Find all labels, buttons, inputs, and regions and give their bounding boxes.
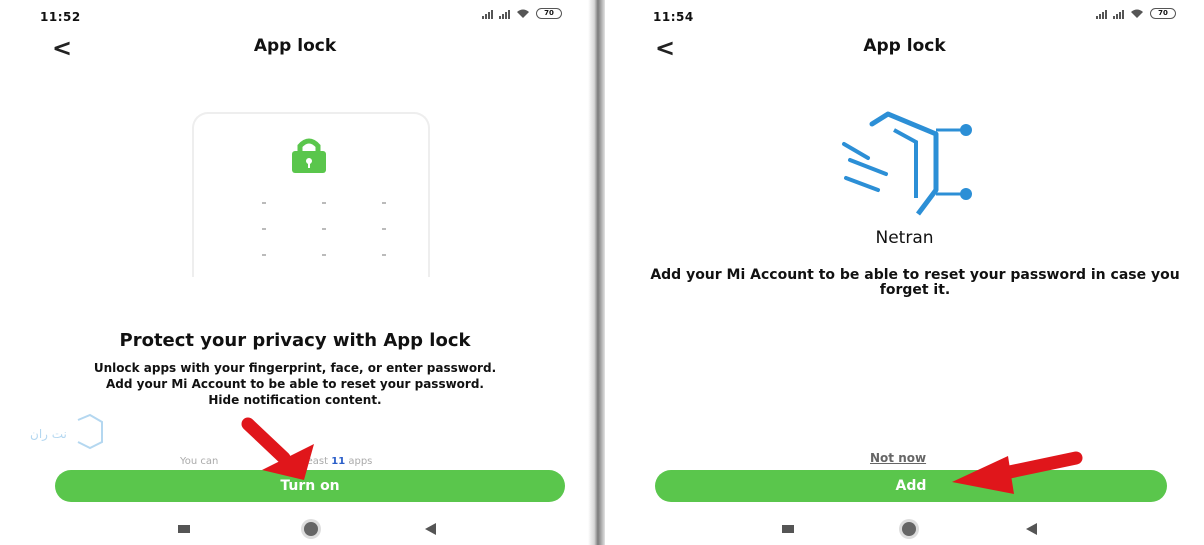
privacy-heading: Protect your privacy with App lock	[119, 330, 471, 351]
signal-icon	[482, 9, 493, 19]
back-nav-icon[interactable]	[1026, 523, 1037, 535]
add-account-text: Add your Mi Account to be able to reset …	[650, 267, 1180, 298]
turn-on-button[interactable]: Turn on	[55, 470, 565, 502]
battery-icon: 70	[536, 8, 562, 19]
description-line: Add your Mi Account to be able to reset …	[105, 377, 484, 391]
recents-icon[interactable]	[178, 525, 190, 533]
app-count-note: You can t least 11 apps	[180, 456, 372, 467]
status-time: 11:54	[653, 10, 694, 24]
status-icons: 70	[1096, 8, 1176, 19]
signal-icon	[1096, 9, 1107, 19]
page-title: App lock	[253, 36, 337, 56]
pin-dots	[234, 202, 414, 256]
count-middle: t least	[296, 456, 329, 467]
wifi-icon	[517, 9, 529, 18]
screens-divider	[588, 0, 606, 545]
home-icon[interactable]	[304, 522, 318, 536]
lock-icon	[292, 138, 326, 173]
system-nav-bar	[0, 519, 590, 539]
netran-logo-icon	[842, 111, 972, 216]
recents-icon[interactable]	[782, 525, 794, 533]
description-line: Hide notification content.	[208, 393, 382, 407]
phone-illustration	[192, 112, 430, 277]
count-prefix: You can	[180, 456, 219, 467]
brand-name: Netran	[875, 228, 934, 248]
wifi-icon	[1131, 9, 1143, 18]
system-nav-bar	[605, 519, 1204, 539]
watermark-logo-icon: نت ران	[30, 413, 103, 450]
count-suffix: apps	[348, 456, 373, 467]
back-nav-icon[interactable]	[425, 523, 436, 535]
page-title: App lock	[863, 36, 946, 56]
battery-icon: 70	[1150, 8, 1176, 19]
status-icons: 70	[482, 8, 562, 19]
status-time: 11:52	[40, 10, 81, 24]
privacy-description: Unlock apps with your fingerprint, face,…	[20, 360, 570, 408]
app-count: 11	[331, 456, 346, 467]
not-now-link[interactable]: Not now	[870, 451, 926, 465]
signal-icon	[1113, 9, 1124, 19]
watermark-text: نت ران	[30, 427, 67, 442]
home-icon[interactable]	[902, 522, 916, 536]
left-phone-screen: 11:52 70 < App lock Protect your privacy…	[0, 0, 590, 545]
add-button[interactable]: Add	[655, 470, 1167, 502]
signal-icon	[499, 9, 510, 19]
description-line: Unlock apps with your fingerprint, face,…	[93, 361, 497, 375]
